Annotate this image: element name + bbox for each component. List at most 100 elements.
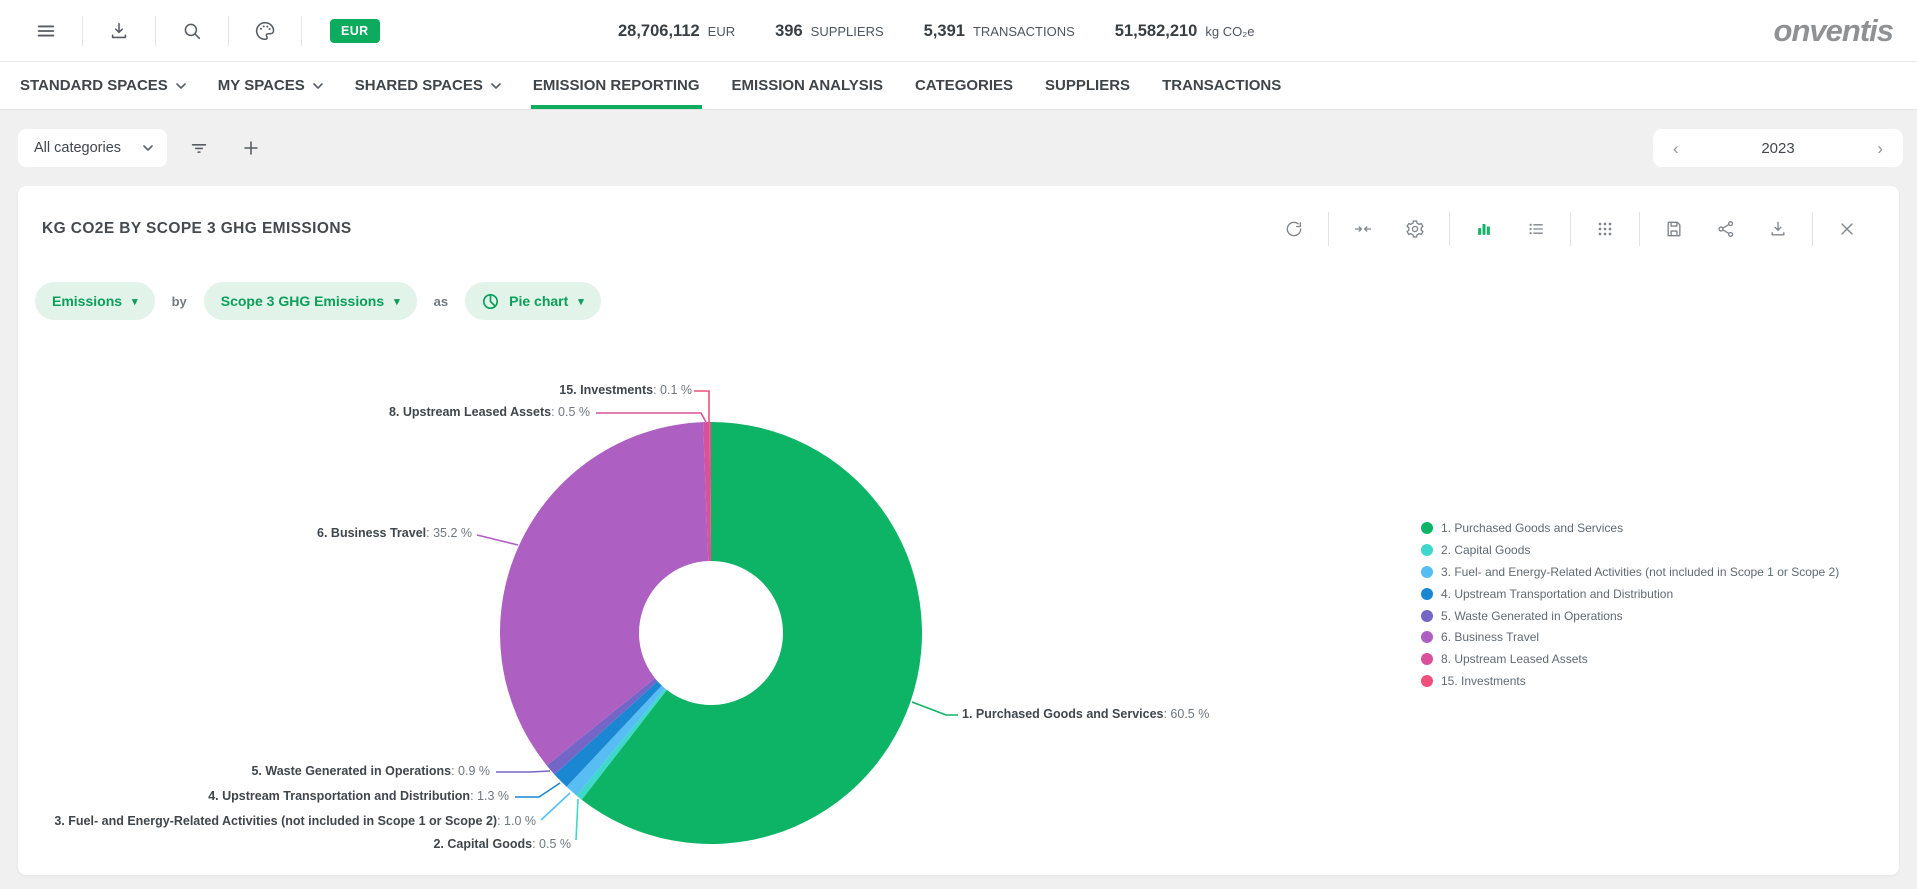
legend-item-waste[interactable]: 5. Waste Generated in Operations bbox=[1421, 605, 1839, 627]
onventis-logo: onventis bbox=[1774, 0, 1893, 62]
legend-item-purchased[interactable]: 1. Purchased Goods and Services bbox=[1421, 517, 1839, 539]
donut-chart[interactable] bbox=[499, 421, 923, 845]
collapse-arrows-icon bbox=[1353, 219, 1373, 239]
currency-badge[interactable]: EUR bbox=[330, 19, 380, 43]
list-view-button[interactable] bbox=[1510, 205, 1562, 253]
stat-spend: 28,706,112 EUR bbox=[618, 22, 735, 41]
hamburger-icon bbox=[35, 20, 57, 42]
dimension-dropdown[interactable]: Scope 3 GHG Emissions ▾ bbox=[204, 282, 417, 320]
chart-legend: 1. Purchased Goods and Services 2. Capit… bbox=[1421, 517, 1839, 692]
tab-emission-reporting[interactable]: EMISSION REPORTING bbox=[533, 62, 700, 109]
as-connector: as bbox=[434, 294, 448, 309]
tab-standard-spaces[interactable]: STANDARD SPACES bbox=[20, 62, 186, 109]
by-connector: by bbox=[172, 294, 187, 309]
export-button[interactable] bbox=[1752, 205, 1804, 253]
chevron-down-icon: ▾ bbox=[394, 295, 400, 308]
tab-categories[interactable]: CATEGORIES bbox=[915, 62, 1013, 109]
tab-my-spaces[interactable]: MY SPACES bbox=[218, 62, 323, 109]
legend-dot bbox=[1421, 522, 1433, 534]
settings-button[interactable] bbox=[1389, 205, 1441, 253]
legend-dot bbox=[1421, 675, 1433, 687]
filter-bar: All categories ‹ 2023 › bbox=[0, 110, 1917, 186]
year-selector: ‹ 2023 › bbox=[1653, 129, 1903, 167]
chevron-down-icon: ▾ bbox=[132, 295, 138, 308]
slice-label-leased: 8. Upstream Leased Assets: 0.5 % bbox=[389, 405, 590, 419]
slice-label-purchased: 1. Purchased Goods and Services: 60.5 % bbox=[962, 707, 1209, 721]
tab-label: EMISSION REPORTING bbox=[533, 77, 700, 94]
chart-type-dropdown[interactable]: Pie chart ▾ bbox=[465, 282, 601, 320]
slice-label-waste: 5. Waste Generated in Operations: 0.9 % bbox=[251, 764, 490, 778]
tab-shared-spaces[interactable]: SHARED SPACES bbox=[355, 62, 501, 109]
stat-unit: EUR bbox=[708, 24, 735, 39]
plus-icon bbox=[240, 137, 262, 159]
filter-button[interactable] bbox=[179, 128, 219, 168]
download-icon bbox=[1768, 219, 1788, 239]
slice-label-business: 6. Business Travel: 35.2 % bbox=[317, 526, 472, 540]
list-icon bbox=[1526, 219, 1546, 239]
card-toolbar bbox=[1268, 205, 1873, 253]
legend-item-investments[interactable]: 15. Investments bbox=[1421, 670, 1839, 692]
legend-dot bbox=[1421, 588, 1433, 600]
slice-label-investments: 15. Investments: 0.1 % bbox=[559, 383, 692, 397]
legend-item-transport[interactable]: 4. Upstream Transportation and Distribut… bbox=[1421, 583, 1839, 605]
category-filter-label: All categories bbox=[34, 140, 121, 156]
tab-label: SUPPLIERS bbox=[1045, 77, 1130, 94]
divider bbox=[1328, 212, 1329, 246]
search-button[interactable] bbox=[156, 0, 228, 62]
stat-value: 396 bbox=[775, 22, 803, 41]
divider bbox=[301, 16, 302, 46]
download-button[interactable] bbox=[83, 0, 155, 62]
save-button[interactable] bbox=[1648, 205, 1700, 253]
measure-dropdown[interactable]: Emissions ▾ bbox=[35, 282, 155, 320]
tab-label: CATEGORIES bbox=[915, 77, 1013, 94]
close-icon bbox=[1837, 219, 1857, 239]
page-title: KG CO2E BY SCOPE 3 GHG EMISSIONS bbox=[42, 220, 352, 238]
divider bbox=[1570, 212, 1571, 246]
stat-unit: TRANSACTIONS bbox=[973, 24, 1075, 39]
card-header: KG CO2E BY SCOPE 3 GHG EMISSIONS bbox=[18, 186, 1899, 272]
main-nav: STANDARD SPACES MY SPACES SHARED SPACES … bbox=[0, 62, 1917, 110]
theme-button[interactable] bbox=[229, 0, 301, 62]
legend-dot bbox=[1421, 610, 1433, 622]
category-filter-dropdown[interactable]: All categories bbox=[18, 129, 167, 167]
legend-item-leased[interactable]: 8. Upstream Leased Assets bbox=[1421, 648, 1839, 670]
legend-dot bbox=[1421, 631, 1433, 643]
tab-label: EMISSION ANALYSIS bbox=[732, 77, 883, 94]
pie-chart-icon bbox=[482, 293, 499, 310]
legend-item-business[interactable]: 6. Business Travel bbox=[1421, 626, 1839, 648]
stat-value: 28,706,112 bbox=[618, 22, 700, 41]
tab-suppliers[interactable]: SUPPLIERS bbox=[1045, 62, 1130, 109]
divider bbox=[1812, 212, 1813, 246]
tab-transactions[interactable]: TRANSACTIONS bbox=[1162, 62, 1281, 109]
save-icon bbox=[1664, 219, 1684, 239]
legend-item-capital[interactable]: 2. Capital Goods bbox=[1421, 539, 1839, 561]
gear-icon bbox=[1405, 219, 1425, 239]
menu-button[interactable] bbox=[10, 0, 82, 62]
legend-item-fuel[interactable]: 3. Fuel- and Energy-Related Activities (… bbox=[1421, 561, 1839, 583]
close-button[interactable] bbox=[1821, 205, 1873, 253]
report-card: KG CO2E BY SCOPE 3 GHG EMISSIONS bbox=[18, 186, 1899, 875]
search-icon bbox=[181, 20, 203, 42]
stat-transactions: 5,391 TRANSACTIONS bbox=[924, 22, 1075, 41]
share-button[interactable] bbox=[1700, 205, 1752, 253]
measure-label: Emissions bbox=[52, 293, 122, 309]
divider bbox=[1449, 212, 1450, 246]
add-widget-button[interactable] bbox=[231, 128, 271, 168]
previous-year-button[interactable]: ‹ bbox=[1667, 138, 1685, 159]
tab-label: SHARED SPACES bbox=[355, 77, 483, 94]
tab-label: TRANSACTIONS bbox=[1162, 77, 1281, 94]
top-bar: EUR 28,706,112 EUR 396 SUPPLIERS 5,391 T… bbox=[0, 0, 1917, 62]
palette-icon bbox=[254, 20, 276, 42]
collapse-button[interactable] bbox=[1337, 205, 1389, 253]
chart-view-button[interactable] bbox=[1458, 205, 1510, 253]
grid-view-button[interactable] bbox=[1579, 205, 1631, 253]
dimension-label: Scope 3 GHG Emissions bbox=[221, 293, 384, 309]
download-icon bbox=[108, 20, 130, 42]
grid-dots-icon bbox=[1595, 219, 1615, 239]
refresh-button[interactable] bbox=[1268, 205, 1320, 253]
legend-dot bbox=[1421, 653, 1433, 665]
tab-label: STANDARD SPACES bbox=[20, 77, 168, 94]
next-year-button[interactable]: › bbox=[1871, 138, 1889, 159]
tab-emission-analysis[interactable]: EMISSION ANALYSIS bbox=[732, 62, 883, 109]
stat-value: 5,391 bbox=[924, 22, 965, 41]
